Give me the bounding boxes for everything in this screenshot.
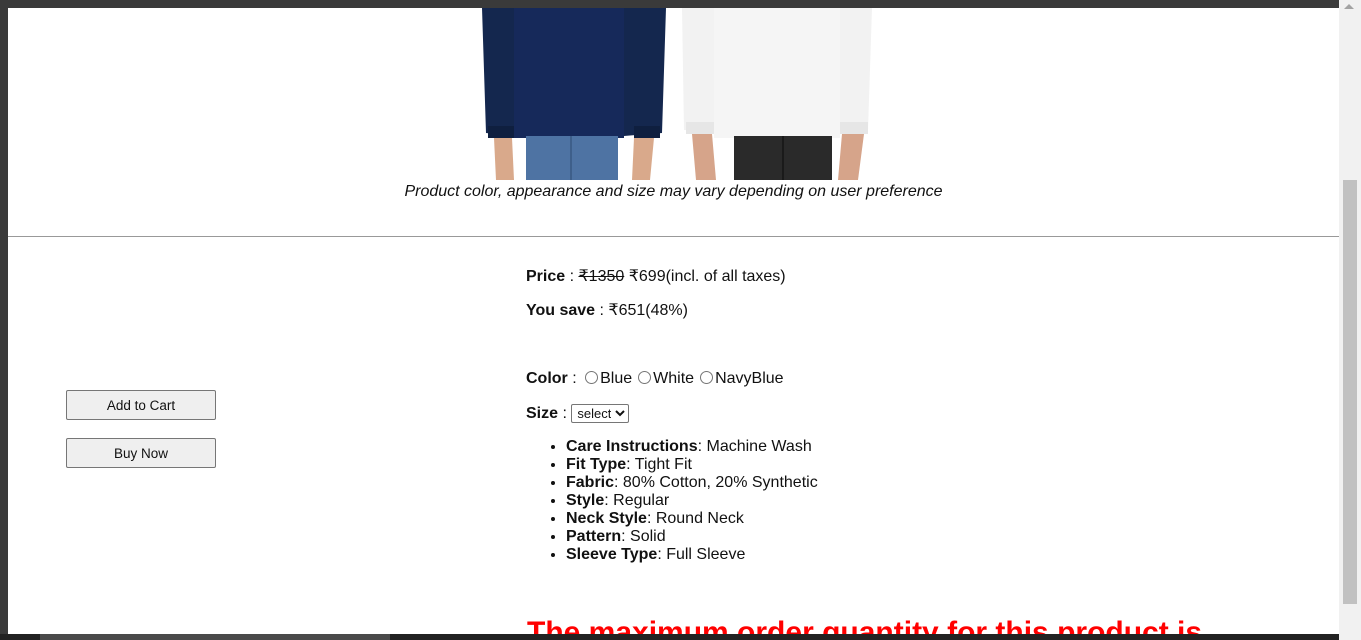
feature-name: Sleeve Type <box>566 546 658 563</box>
color-radio-navyblue[interactable] <box>700 371 714 384</box>
feature-value: : Full Sleeve <box>657 546 746 563</box>
price-label: Price <box>526 268 566 285</box>
size-select[interactable]: select <box>571 404 630 423</box>
feature-item: Care Instructions: Machine Wash <box>566 438 1026 456</box>
feature-value: : Round Neck <box>646 510 744 527</box>
color-option-white[interactable]: White <box>653 370 694 387</box>
size-separator: : <box>558 405 572 422</box>
vertical-scrollbar[interactable] <box>1339 0 1361 640</box>
section-divider <box>8 236 1339 237</box>
feature-value: : Regular <box>604 492 670 509</box>
size-selector: Size : select <box>526 404 630 423</box>
feature-list: Care Instructions: Machine Wash Fit Type… <box>526 438 1026 564</box>
feature-name: Pattern <box>566 528 622 545</box>
feature-name: Neck Style <box>566 510 647 527</box>
color-option-blue[interactable]: Blue <box>600 370 632 387</box>
savings-line: You save : ₹651(48%) <box>526 300 688 320</box>
feature-name: Style <box>566 492 605 509</box>
bottom-taskbar-strip <box>0 634 1339 640</box>
color-option-navyblue[interactable]: NavyBlue <box>715 370 783 387</box>
scroll-up-arrow-icon[interactable] <box>1344 4 1354 9</box>
size-label: Size <box>526 405 559 422</box>
feature-item: Style: Regular <box>566 492 1026 510</box>
product-page: Product color, appearance and size may v… <box>8 8 1339 634</box>
feature-value: : 80% Cotton, 20% Synthetic <box>614 474 818 491</box>
browser-top-bar <box>0 0 1361 8</box>
feature-value: : Solid <box>621 528 666 545</box>
feature-value: : Machine Wash <box>697 438 812 455</box>
feature-name: Care Instructions <box>566 438 698 455</box>
buy-now-button[interactable]: Buy Now <box>66 438 216 468</box>
feature-item: Fabric: 80% Cotton, 20% Synthetic <box>566 474 1026 492</box>
price-line: Price : ₹1350 ₹699(incl. of all taxes) <box>526 266 786 286</box>
savings-label: You save <box>526 302 596 319</box>
current-price: ₹699 <box>624 268 666 285</box>
product-caption: Product color, appearance and size may v… <box>404 183 943 200</box>
feature-name: Fabric <box>566 474 615 491</box>
max-order-notice: The maximum order quantity for this prod… <box>527 616 1203 634</box>
add-to-cart-button[interactable]: Add to Cart <box>66 390 216 420</box>
savings-separator: : <box>595 302 609 319</box>
feature-name: Fit Type <box>566 456 627 473</box>
tax-note: (incl. of all taxes) <box>665 268 786 285</box>
color-selector: Color : Blue White NavyBlue <box>526 370 784 388</box>
color-separator: : <box>567 370 582 387</box>
savings-value: ₹651(48%) <box>608 302 688 319</box>
color-radio-white[interactable] <box>638 371 652 384</box>
feature-item: Sleeve Type: Full Sleeve <box>566 546 1026 564</box>
color-label: Color <box>526 370 568 387</box>
feature-value: : Tight Fit <box>626 456 692 473</box>
color-radio-blue[interactable] <box>585 371 599 384</box>
feature-item: Neck Style: Round Neck <box>566 510 1026 528</box>
scrollbar-thumb[interactable] <box>1343 180 1357 604</box>
product-image <box>482 8 872 180</box>
feature-item: Pattern: Solid <box>566 528 1026 546</box>
original-price: ₹1350 <box>578 268 625 285</box>
price-separator: : <box>565 268 579 285</box>
feature-item: Fit Type: Tight Fit <box>566 456 1026 474</box>
